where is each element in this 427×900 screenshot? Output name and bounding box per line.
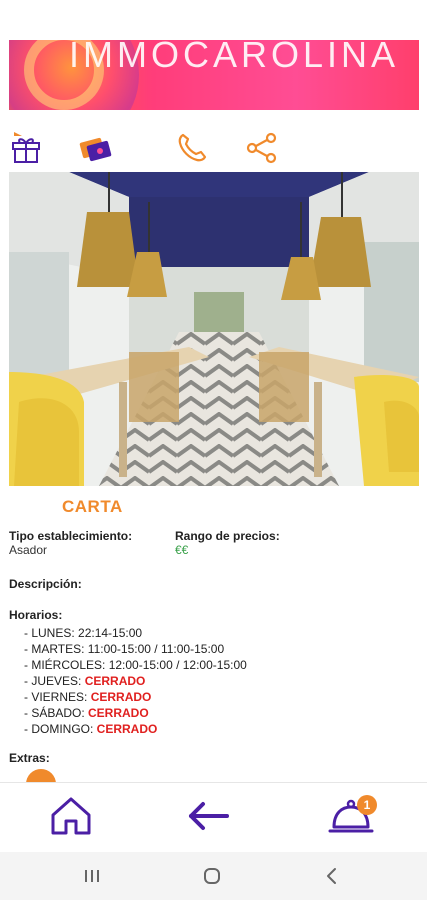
action-row (0, 130, 427, 170)
extras-label: Extras: (9, 751, 50, 765)
hours-row-monday: - LUNES: 22:14-15:00 (24, 626, 143, 640)
orders-notification-badge: 1 (357, 795, 377, 815)
hours-row-saturday: - SÁBADO: CERRADO (24, 706, 149, 720)
banner-brand-text: IMMOCAROLINA (69, 40, 400, 75)
brand-banner: IMMOCAROLINA (9, 40, 419, 110)
restaurant-photo (9, 172, 419, 486)
establishment-type-block: Tipo establecimiento: Asador (9, 529, 132, 557)
phone-icon[interactable] (174, 130, 210, 166)
establishment-type-label: Tipo establecimiento: (9, 529, 133, 543)
back-button-icon[interactable] (322, 866, 342, 886)
back-arrow-icon[interactable] (185, 793, 231, 839)
price-range-label: Rango de precios: (175, 529, 280, 543)
loyalty-card-icon[interactable] (78, 130, 114, 166)
hours-row-wednesday: - MIÉRCOLES: 12:00-15:00 / 12:00-15:00 (24, 658, 247, 672)
status-bar (0, 0, 427, 40)
hours-row-sunday: - DOMINGO: CERRADO (24, 722, 158, 736)
menu-link[interactable]: CARTA (62, 497, 123, 517)
price-range-block: Rango de precios: €€ (175, 529, 280, 557)
bottom-nav (0, 782, 427, 852)
recent-apps-icon[interactable] (82, 866, 102, 886)
hours-row-thursday: - JUEVES: CERRADO (24, 674, 146, 688)
gift-icon[interactable] (8, 130, 44, 166)
system-navigation-bar (0, 852, 427, 900)
home-button-icon[interactable] (202, 866, 222, 886)
hours-list: - LUNES: 22:14-15:00 - MARTES: 11:00-15:… (24, 625, 247, 737)
hours-row-tuesday: - MARTES: 11:00-15:00 / 11:00-15:00 (24, 642, 225, 656)
hours-label: Horarios: (9, 608, 63, 622)
establishment-type-value: Asador (9, 543, 48, 557)
hours-row-friday: - VIERNES: CERRADO (24, 690, 152, 704)
home-icon[interactable] (48, 793, 94, 839)
description-label: Descripción: (9, 577, 82, 591)
price-range-value: €€ (175, 543, 189, 557)
share-icon[interactable] (244, 130, 280, 166)
